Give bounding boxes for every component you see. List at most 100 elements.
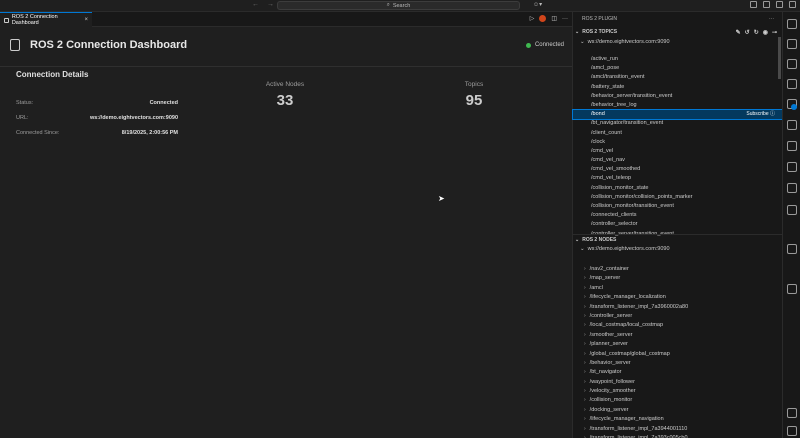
node-label: /transform_listener_impl_7a3960002a80	[589, 303, 689, 310]
customize-layout-icon[interactable]	[789, 1, 796, 8]
edit-icon[interactable]: ✎	[736, 29, 741, 36]
navigation-arrows: ← →	[252, 1, 274, 8]
node-item[interactable]: ›/waypoint_follower	[573, 378, 783, 387]
notification-badge	[791, 104, 797, 110]
docker-icon[interactable]	[787, 183, 797, 193]
topic-label: /collision_monitor/collision_points_mark…	[591, 193, 693, 200]
topics-server[interactable]: ⌄ ws://demo.eightvectors.com:9090	[573, 37, 783, 46]
topic-label: /cmd_vel	[591, 147, 614, 154]
chevron-right-icon: ›	[584, 416, 586, 423]
topic-label: /active_run	[591, 56, 618, 62]
topic-item[interactable]: /behavior_server/transition_event	[573, 92, 783, 101]
search-icon: ⌕	[386, 2, 390, 8]
topic-item[interactable]: /amcl/transition_event	[573, 73, 783, 82]
mouse-cursor-icon: ➤	[438, 194, 445, 203]
toggle-panel-icon[interactable]	[763, 1, 770, 8]
tab-ros2-dashboard[interactable]: ROS 2 Connection Dashboard ×	[0, 12, 92, 27]
topic-item[interactable]: /active_run	[573, 55, 783, 64]
chevron-right-icon: ›	[584, 294, 586, 301]
chevron-right-icon: ›	[584, 284, 586, 291]
topic-item[interactable]: /amcl_pose	[573, 64, 783, 73]
topic-item[interactable]: /collision_monitor/transition_event	[573, 202, 783, 211]
copilot-icon[interactable]: ☺▾	[533, 1, 542, 8]
node-item[interactable]: ›/amcl	[573, 284, 783, 293]
files-icon[interactable]	[787, 19, 797, 29]
node-item[interactable]: ›/planner_server	[573, 340, 783, 349]
run-icon[interactable]: ▷	[530, 15, 535, 22]
node-item[interactable]: ›/docking_server	[573, 406, 783, 415]
source-control-icon[interactable]	[787, 59, 797, 69]
forward-arrow-icon[interactable]: →	[267, 1, 274, 8]
record-icon[interactable]	[539, 15, 547, 22]
panel-more-icon[interactable]: ···	[769, 16, 774, 22]
node-label: /global_costmap/global_costmap	[589, 350, 670, 357]
node-item[interactable]: ›/lifecycle_manager_navigation	[573, 415, 783, 424]
database-icon[interactable]	[787, 244, 797, 254]
more-actions-icon[interactable]: ···	[562, 16, 568, 22]
testing-icon[interactable]	[787, 120, 797, 130]
node-item[interactable]: ›/controller_server	[573, 312, 783, 321]
topic-label: /connected_clients	[591, 212, 637, 219]
topic-item[interactable]: /cmd_vel	[573, 147, 783, 156]
node-item[interactable]: ›/behavior_server	[573, 359, 783, 368]
topic-item[interactable]: /collision_monitor/collision_points_mark…	[573, 193, 783, 202]
topic-item[interactable]: /bond Subscribe ⓘ	[572, 109, 784, 121]
chevron-right-icon: ›	[584, 406, 586, 413]
topic-item[interactable]: /clock	[573, 138, 783, 147]
run-debug-icon[interactable]	[787, 79, 797, 89]
node-item[interactable]: ›/transform_listener_impl_7a3944001110	[573, 425, 783, 434]
nodes-list: ›/nav2_container ›/map_server ›/amcl ›/life…	[573, 265, 783, 438]
topic-item[interactable]: /bt_navigator/transition_event	[573, 119, 783, 128]
detail-status: Status: Connected	[16, 100, 178, 106]
node-item[interactable]: ›/nav2_container	[573, 265, 783, 274]
record-circle-icon[interactable]: ◉	[763, 29, 768, 36]
search-icon[interactable]	[787, 39, 797, 49]
topic-item[interactable]: /behavior_tree_log	[573, 101, 783, 110]
node-item[interactable]: ›/bt_navigator	[573, 368, 783, 377]
topic-item[interactable]: /connected_clients	[573, 211, 783, 220]
ros2-plugin-panel: ROS 2 PLUGIN ··· ⌄ ROS 2 TOPICS ✎ ↺ ↻ ◉ …	[572, 12, 784, 438]
node-item[interactable]: ›/collision_monitor	[573, 396, 783, 405]
ros-icon[interactable]	[787, 162, 797, 172]
remote-icon[interactable]	[787, 141, 797, 151]
node-item[interactable]: ›/global_costmap/global_costmap	[573, 350, 783, 359]
back-arrow-icon[interactable]: ←	[252, 1, 259, 8]
topics-scrollbar[interactable]	[778, 37, 781, 79]
toggle-secondary-sidebar-icon[interactable]	[776, 1, 783, 8]
topic-item[interactable]: /controller_selector	[573, 220, 783, 229]
chevron-down-icon: ⌄	[580, 245, 585, 252]
topic-item[interactable]: /cmd_vel_smoothed	[573, 165, 783, 174]
accounts-icon[interactable]	[787, 408, 797, 418]
node-item[interactable]: ›/local_costmap/local_costmap	[573, 321, 783, 330]
node-item[interactable]: › /transform_listener_impl_7a393c005cb0	[573, 434, 783, 438]
node-item[interactable]: ›/lifecycle_manager_localization	[573, 293, 783, 302]
node-item[interactable]: ›/smoother_server	[573, 331, 783, 340]
node-item[interactable]: ›/velocity_smoother	[573, 387, 783, 396]
chart-icon[interactable]	[787, 284, 797, 294]
refresh-icon[interactable]: ↻	[754, 29, 759, 36]
topics-section-header[interactable]: ⌄ ROS 2 TOPICS ✎ ↺ ↻ ◉ ⊸	[573, 27, 783, 37]
topic-item[interactable]: /collision_monitor_state	[573, 184, 783, 193]
node-label: /controller_server	[589, 312, 633, 319]
node-item[interactable]: ›/map_server	[573, 274, 783, 283]
node-item[interactable]: ›/transform_listener_impl_7a3960002a80	[573, 303, 783, 312]
topic-label: /cmd_vel_smoothed	[591, 166, 641, 173]
topic-item[interactable]: /client_count	[573, 129, 783, 138]
close-icon[interactable]: ×	[84, 17, 88, 23]
copilot-icon[interactable]	[787, 205, 797, 215]
topic-label: /behavior_server/transition_event	[591, 92, 673, 99]
nodes-section-header[interactable]: ⌄ ROS 2 NODES	[573, 234, 783, 244]
topic-item[interactable]: /cmd_vel_teleop	[573, 174, 783, 183]
connect-icon[interactable]: ⊸	[772, 29, 777, 36]
subscribe-button[interactable]: Subscribe ⓘ	[746, 110, 775, 119]
undo-icon[interactable]: ↺	[745, 29, 750, 36]
topic-item[interactable]: /cmd_vel_nav	[573, 156, 783, 165]
node-label: /docking_server	[589, 406, 629, 413]
split-editor-icon[interactable]: ◫	[551, 15, 557, 22]
settings-icon[interactable]	[787, 426, 797, 436]
topic-item[interactable]: /battery_state	[573, 83, 783, 92]
panel-title: ROS 2 PLUGIN	[582, 16, 618, 22]
nodes-server[interactable]: ⌄ ws://demo.eightvectors.com:9090	[573, 244, 783, 253]
command-search[interactable]: ⌕ Search	[277, 1, 520, 10]
toggle-sidebar-icon[interactable]	[750, 1, 757, 8]
